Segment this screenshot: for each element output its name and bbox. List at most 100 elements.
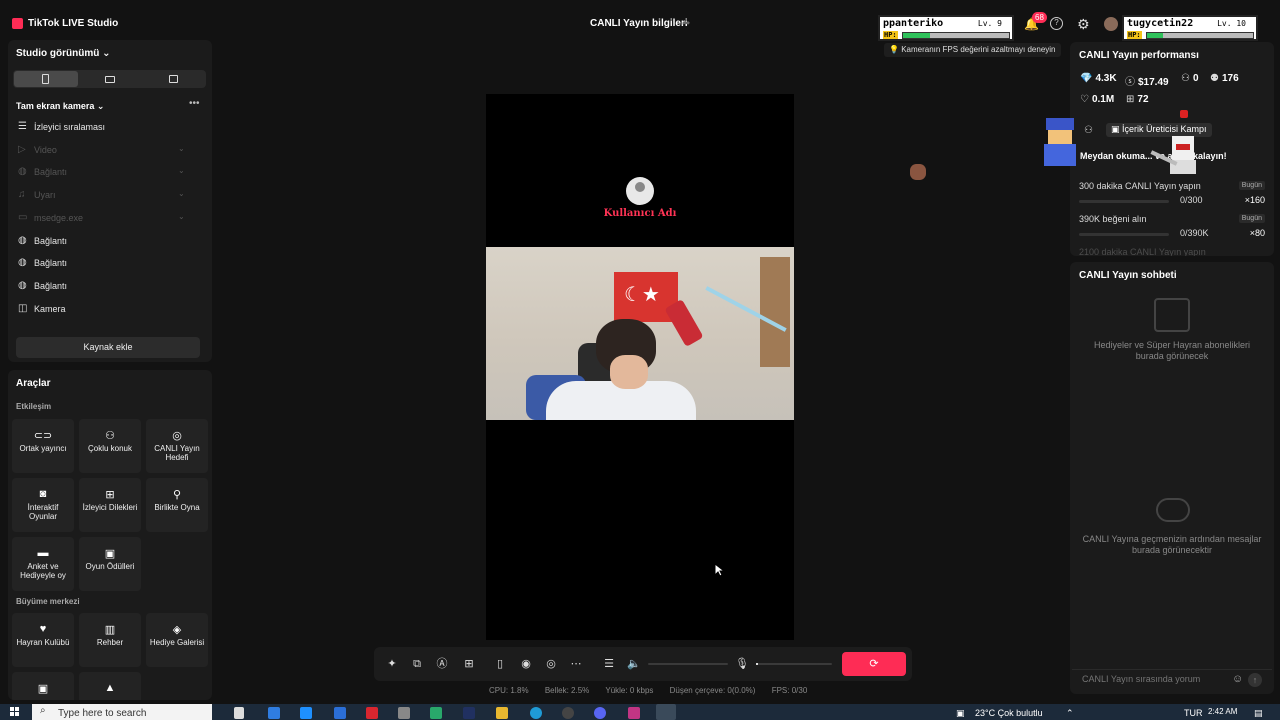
scene-label: Tam ekran kamera	[16, 101, 95, 111]
app-icon[interactable]	[398, 707, 410, 719]
live-info-title[interactable]: CANLI Yayın bilgileri	[590, 18, 688, 29]
hp-bar	[1146, 32, 1254, 39]
player-name: tugycetin22	[1127, 18, 1194, 29]
tool-button[interactable]: ▥ Rehber	[79, 613, 141, 667]
more-icon[interactable]: ⋯	[569, 657, 583, 671]
magic-wand-icon[interactable]: ✦	[385, 657, 399, 671]
source-item[interactable]: ◫ Kamera	[16, 301, 206, 321]
tool-label: Anket ve Hediyeyle oy	[20, 562, 66, 580]
list-icon: ☰	[18, 121, 27, 132]
edge-browser-icon[interactable]	[530, 707, 542, 719]
weather-text[interactable]: 23°C Çok bulutlu	[975, 708, 1043, 718]
tool-button[interactable]: ♥ Hayran Kulübü	[12, 613, 74, 667]
link-icon: ⊂⊃	[33, 430, 53, 442]
phone-icon[interactable]: ▯	[493, 657, 507, 671]
source-item[interactable]: ◍ Bağlantı ⌄	[16, 164, 206, 184]
chevron-down-icon[interactable]: ⌄	[178, 212, 185, 221]
tool-button[interactable]: ⊞ İzleyici Dilekleri	[79, 478, 141, 532]
chevron-down-icon[interactable]: ⌄	[178, 144, 185, 153]
chevron-down-icon: ⌄	[96, 101, 105, 111]
tool-button[interactable]: ◙ İnteraktif Oyunlar	[12, 478, 74, 532]
comment-input[interactable]	[1082, 674, 1232, 684]
go-live-button[interactable]: ⟳	[842, 652, 906, 676]
taskbar-search-placeholder: Type here to search	[58, 708, 147, 719]
studio-view-dropdown[interactable]: Studio görünümü ⌄	[16, 48, 111, 59]
settings-sliders-icon[interactable]: ☰	[602, 657, 616, 671]
tool-button[interactable]: ⊂⊃ Ortak yayıncı	[12, 419, 74, 473]
emoji-icon[interactable]: ☺	[1232, 673, 1243, 685]
user-avatar[interactable]	[1104, 17, 1118, 31]
add-media-icon[interactable]: ⊞	[462, 657, 476, 671]
mic-slider[interactable]	[756, 663, 832, 665]
volume-slider[interactable]	[648, 663, 728, 665]
source-item[interactable]: ▭ msedge.exe ⌄	[16, 210, 206, 230]
microphone-icon[interactable]: 🎙	[735, 657, 749, 671]
chat-bubble-icon	[1156, 498, 1190, 522]
record-icon[interactable]: ◉	[519, 657, 533, 671]
add-source-button[interactable]: Kaynak ekle	[16, 337, 200, 358]
globe-icon: ◍	[18, 234, 27, 246]
tiktok-live-taskbar-icon[interactable]	[656, 704, 676, 720]
task-item[interactable]: 2100 dakika CANLI Yayın yapın	[1079, 247, 1265, 256]
tool-button[interactable]: ▲	[79, 672, 141, 700]
tool-button[interactable]: ▬ Anket ve Hediyeyle oy	[12, 537, 74, 591]
diamonds-metric: 💎 4.3K	[1080, 73, 1117, 84]
source-label: Bağlantı	[34, 258, 68, 269]
tool-button[interactable]: ▣ Oyun Ödülleri	[79, 537, 141, 591]
language-indicator[interactable]: TUR	[1184, 708, 1203, 718]
memory-stat: Bellek: 2.5%	[544, 686, 590, 695]
tool-button[interactable]: ⚲ Birlikte Oyna	[146, 478, 208, 532]
instagram-icon[interactable]	[628, 707, 640, 719]
task-title: 390K beğeni alın	[1079, 214, 1147, 224]
effects-icon[interactable]: ⧉	[410, 657, 424, 671]
capture-icon[interactable]: ◎	[544, 657, 558, 671]
tool-button[interactable]: ⚇ Çoklu konuk	[79, 419, 141, 473]
notification-center-icon[interactable]: ▤	[1254, 708, 1263, 719]
source-item[interactable]: ◍ Bağlantı	[16, 278, 206, 298]
tool-button[interactable]: ◈ Hediye Galerisi	[146, 613, 208, 667]
tool-button[interactable]: ▣	[12, 672, 74, 700]
app-icon[interactable]	[463, 707, 475, 719]
share-icon[interactable]: ➦	[682, 18, 693, 29]
chevron-down-icon[interactable]: ⌄	[178, 189, 185, 198]
edge-icon[interactable]	[334, 707, 346, 719]
task-item[interactable]: 300 dakika CANLI Yayın yapın Bugün 0/300 ×1…	[1079, 181, 1265, 213]
store-icon[interactable]	[300, 707, 312, 719]
task-progress-bar	[1079, 200, 1169, 203]
landscape-view-button[interactable]	[78, 71, 142, 87]
opera-icon[interactable]	[366, 707, 378, 719]
diamond-icon: 💎	[1080, 73, 1093, 84]
tool-button[interactable]: ◎ CANLI Yayın Hedefi	[146, 419, 208, 473]
send-icon[interactable]: ↑	[1248, 673, 1262, 687]
portrait-view-button[interactable]	[14, 71, 78, 87]
windows-start-icon[interactable]	[10, 707, 20, 717]
chevron-down-icon[interactable]: ⌄	[178, 166, 185, 175]
task-item[interactable]: 390K beğeni alın Bugün 0/390K ×80	[1079, 214, 1265, 246]
speaker-icon[interactable]: 🔈	[627, 657, 641, 671]
creator-camp-button[interactable]: ▣ İçerik Üreticisi Kampı	[1106, 123, 1212, 137]
pixel-knight-sprite	[1168, 136, 1198, 174]
source-item[interactable]: ◍ Bağlantı	[16, 255, 206, 275]
heart-icon: ♥	[39, 623, 47, 635]
taskbar-search[interactable]: ⌕ Type here to search	[32, 704, 212, 720]
chrome-icon[interactable]	[562, 707, 574, 719]
upload-stat: Yükle: 0 kbps	[605, 686, 654, 695]
source-item[interactable]: ▷ Video ⌄	[16, 142, 206, 162]
dual-view-button[interactable]	[142, 71, 206, 87]
help-icon[interactable]: ?	[1050, 17, 1063, 30]
gear-icon[interactable]: ⚙	[1077, 16, 1090, 33]
source-item[interactable]: ◍ Bağlantı	[16, 233, 206, 253]
folder-icon[interactable]	[496, 707, 508, 719]
source-item[interactable]: ☰ İzleyici sıralaması	[16, 119, 206, 139]
app-icon[interactable]	[430, 707, 442, 719]
tray-chevron-icon[interactable]: ⌃	[1066, 708, 1074, 719]
stream-preview[interactable]: Kullanıcı Adı	[486, 94, 794, 640]
source-item[interactable]: ♫ Uyarı ⌄	[16, 187, 206, 207]
discord-icon[interactable]	[594, 707, 606, 719]
task-view-icon[interactable]	[234, 707, 244, 719]
scene-dropdown[interactable]: Tam ekran kamera ⌄	[16, 101, 104, 112]
more-icon[interactable]: •••	[189, 98, 200, 109]
clock[interactable]: 2:42 AM	[1208, 707, 1237, 716]
ai-icon[interactable]: Ⓐ	[435, 657, 449, 671]
copilot-icon[interactable]	[268, 707, 280, 719]
